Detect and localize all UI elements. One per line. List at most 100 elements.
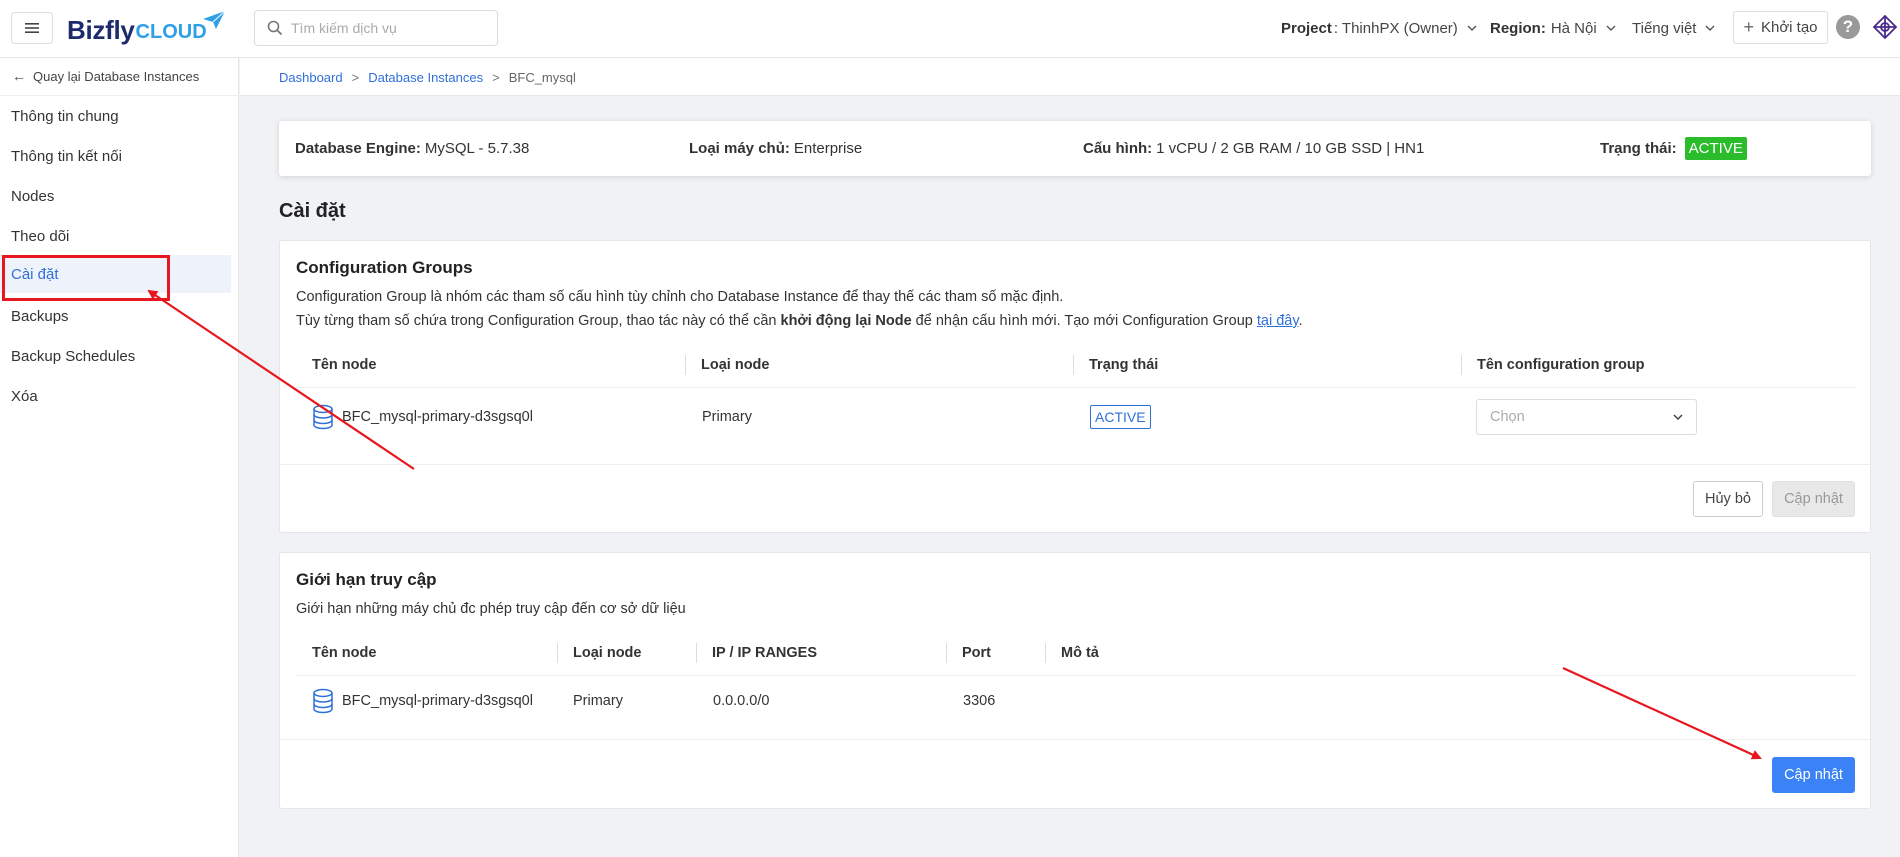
breadcrumb: Dashboard > Database Instances > BFC_mys… (279, 70, 576, 85)
create-config-group-link[interactable]: tại đây (1257, 313, 1299, 329)
column-header-node-name: Tên node (312, 645, 377, 661)
divider (296, 387, 1856, 388)
language-value: Tiếng việt (1632, 19, 1697, 37)
update-config-button[interactable]: Cập nhật (1772, 481, 1855, 517)
config-groups-description: Configuration Group là nhóm các tham số … (296, 285, 1303, 333)
description-line: Configuration Group là nhóm các tham số … (296, 289, 1064, 305)
sidebar: ← Quay lại Database Instances Thông tin … (0, 58, 239, 857)
chevron-down-icon (1705, 25, 1715, 31)
logo-subtext: CLOUD (135, 21, 207, 43)
cancel-button[interactable]: Hủy bỏ (1693, 481, 1763, 517)
column-header-node-type: Loại node (573, 645, 642, 661)
breadcrumb-dashboard[interactable]: Dashboard (279, 70, 343, 85)
project-selector[interactable]: Project : ThinhPX (Owner) (1281, 0, 1477, 56)
back-to-instances-link[interactable]: ← Quay lại Database Instances (12, 68, 199, 84)
top-header: Bizfly CLOUD Project : ThinhPX (Owner) R… (0, 0, 1900, 58)
port: 3306 (963, 693, 996, 709)
sidebar-item-nodes[interactable]: Nodes (0, 177, 231, 215)
engine-info: Database Engine: MySQL - 5.7.38 (295, 121, 529, 176)
page-title: Cài đặt (279, 200, 346, 222)
node-name: BFC_mysql-primary-d3sgsq0l (342, 693, 533, 709)
chevron-down-icon (1467, 25, 1477, 31)
config-groups-card: Configuration Groups Configuration Group… (279, 240, 1871, 533)
description-bold: khởi động lại Node (780, 313, 912, 329)
sidebar-item-monitoring[interactable]: Theo dõi (0, 217, 231, 255)
chevron-down-icon (1606, 25, 1616, 31)
config-value: 1 vCPU / 2 GB RAM / 10 GB SSD | HN1 (1156, 140, 1425, 157)
database-icon (313, 688, 333, 714)
status-label: Trạng thái: (1600, 140, 1677, 157)
description-text: để nhận cấu hình mới. Tạo mới Configurat… (911, 313, 1257, 329)
status-info: Trạng thái: ACTIVE (1600, 121, 1747, 176)
column-divider (1045, 643, 1046, 663)
language-selector[interactable]: Tiếng việt (1632, 0, 1715, 56)
ip-range: 0.0.0.0/0 (713, 693, 770, 709)
engine-value: MySQL - 5.7.38 (424, 140, 530, 157)
paper-plane-icon (203, 10, 226, 29)
bizfly-logo[interactable]: Bizfly CLOUD (67, 10, 226, 46)
create-button[interactable]: + Khởi tạo (1733, 11, 1828, 44)
table-row-node-name: BFC_mysql-primary-d3sgsq0l (312, 687, 533, 715)
update-access-button[interactable]: Cập nhật (1772, 757, 1855, 793)
region-value: Hà Nội (1550, 19, 1597, 37)
server-type-info: Loại máy chủ: Enterprise (689, 121, 862, 176)
node-type: Primary (702, 409, 752, 425)
search-input[interactable] (291, 20, 481, 36)
sidebar-item-label: Xóa (11, 387, 38, 405)
column-divider (557, 643, 558, 663)
column-divider (1461, 355, 1462, 375)
status-badge: ACTIVE (1090, 405, 1151, 429)
arrow-left-icon: ← (12, 68, 26, 84)
sidebar-item-label: Backup Schedules (11, 347, 136, 365)
extension-icon[interactable] (1872, 14, 1898, 40)
back-link-label: Quay lại Database Instances (33, 68, 200, 84)
sidebar-item-delete[interactable]: Xóa (0, 377, 231, 415)
access-limit-title: Giới hạn truy cập (296, 570, 437, 589)
config-groups-title: Configuration Groups (296, 258, 473, 277)
column-header-status: Trạng thái (1089, 357, 1159, 373)
menu-toggle-button[interactable] (11, 12, 53, 44)
create-button-label: Khởi tạo (1760, 19, 1818, 36)
divider (280, 739, 1870, 740)
search-box[interactable] (254, 10, 498, 46)
project-label: Project (1281, 19, 1332, 37)
help-icon[interactable]: ? (1836, 15, 1860, 39)
chevron-down-icon (1673, 414, 1683, 420)
server-type-value: Enterprise (793, 140, 863, 157)
breadcrumb-current: BFC_mysql (508, 70, 576, 85)
server-type-label: Loại máy chủ: (689, 140, 790, 157)
config-group-select[interactable]: Chọn (1476, 399, 1697, 435)
sidebar-item-backup-schedules[interactable]: Backup Schedules (0, 337, 231, 375)
project-value: : ThinhPX (Owner) (1333, 19, 1458, 37)
column-header-config-group: Tên configuration group (1477, 357, 1645, 373)
node-status: ACTIVE (1090, 403, 1151, 431)
sidebar-item-backups[interactable]: Backups (0, 297, 231, 335)
node-type: Primary (573, 693, 623, 709)
sidebar-item-general-info[interactable]: Thông tin chung (0, 97, 231, 135)
search-icon (267, 20, 283, 36)
divider (280, 464, 1870, 465)
engine-label: Database Engine: (295, 140, 421, 157)
column-divider (1073, 355, 1074, 375)
column-divider (696, 643, 697, 663)
description-line: Tùy từng tham số chứa trong Configuratio… (296, 309, 1303, 333)
description-text: Tùy từng tham số chứa trong Configuratio… (296, 313, 781, 329)
region-label: Region: (1490, 19, 1546, 37)
breadcrumb-database-instances[interactable]: Database Instances (368, 70, 483, 85)
sidebar-item-label: Nodes (11, 187, 55, 205)
sidebar-item-label: Backups (11, 307, 69, 325)
select-placeholder: Chọn (1490, 409, 1525, 425)
column-header-port: Port (962, 645, 991, 661)
divider (0, 95, 239, 96)
column-divider (685, 355, 686, 375)
plus-icon: + (1743, 17, 1754, 37)
sidebar-item-connection-info[interactable]: Thông tin kết nối (0, 137, 231, 175)
column-header-node-name: Tên node (312, 357, 377, 373)
column-header-ip-ranges: IP / IP RANGES (712, 645, 818, 661)
config-info: Cấu hình: 1 vCPU / 2 GB RAM / 10 GB SSD … (1083, 121, 1424, 176)
sidebar-item-label: Theo dõi (11, 227, 70, 245)
column-header-node-type: Loại node (701, 357, 770, 373)
region-selector[interactable]: Region: Hà Nội (1490, 0, 1616, 56)
breadcrumb-separator: > (492, 70, 500, 85)
divider (296, 675, 1856, 676)
